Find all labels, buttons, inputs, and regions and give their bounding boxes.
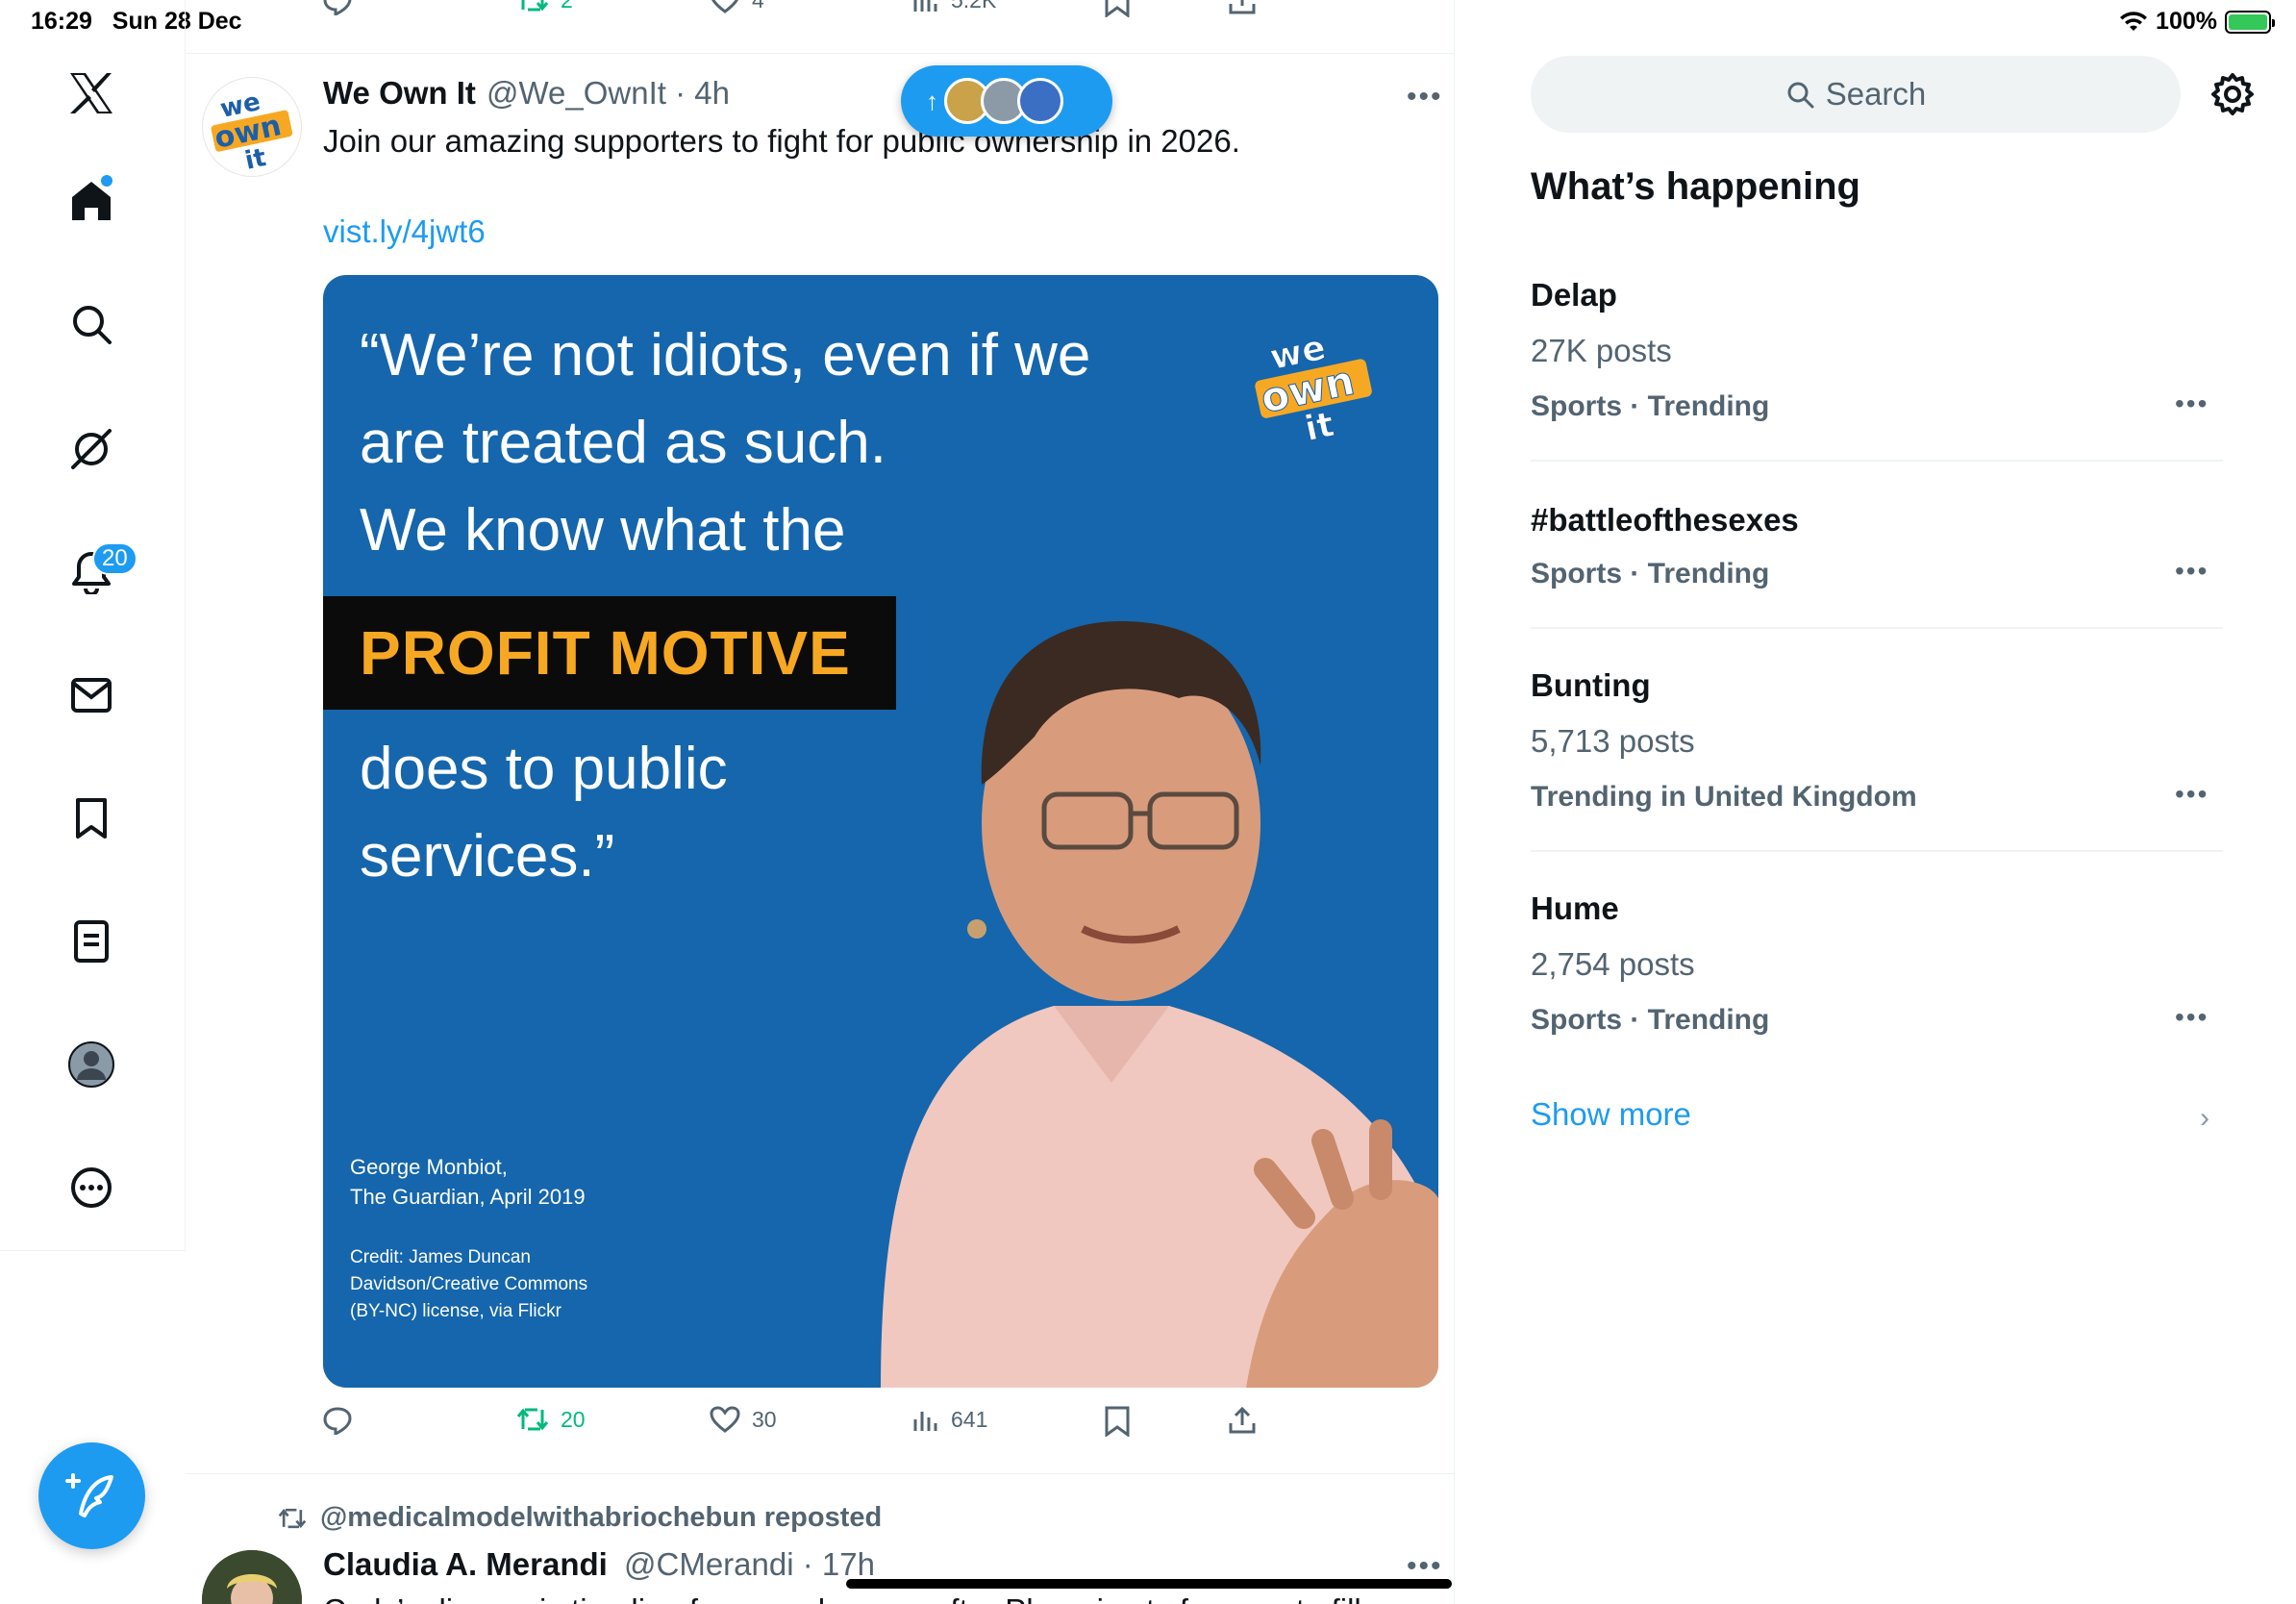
avatar[interactable]: we own it [202, 77, 302, 177]
trend-posts: 5,713 posts [1531, 723, 1695, 759]
trend-more-button[interactable]: ••• [2175, 388, 2209, 419]
we-own-it-watermark: we own it [1255, 328, 1372, 446]
avatar[interactable] [202, 1550, 302, 1604]
search-placeholder: Search [1825, 76, 1927, 112]
reply-icon [323, 1407, 352, 1435]
trend-name[interactable]: Bunting [1531, 667, 1651, 704]
nav-divider [0, 1250, 186, 1251]
battery-percent: 100% [2156, 8, 2217, 35]
reply-button[interactable] [322, 1406, 353, 1435]
tweet-image[interactable]: “We’re not idiots, even if we are treate… [323, 275, 1438, 1388]
svg-text:it: it [1302, 405, 1337, 446]
trend-posts: 27K posts [1531, 333, 1672, 368]
search-icon [1787, 82, 1814, 109]
trend-name[interactable]: #battleofthesexes [1531, 502, 1799, 539]
bookmarks-icon[interactable] [63, 790, 119, 846]
retweet-button[interactable]: 20 [516, 1406, 586, 1433]
quote-attribution: George Monbiot, The Guardian, April 2019 [350, 1155, 586, 1209]
views-button[interactable]: 5.2K [912, 0, 996, 13]
show-more-link[interactable]: Show more [1531, 1096, 1691, 1133]
trend-name[interactable]: Delap [1531, 277, 1617, 313]
share-icon [1229, 1406, 1256, 1434]
home-unread-dot [101, 175, 112, 187]
views-icon [913, 0, 937, 12]
profile-icon[interactable] [63, 1037, 119, 1092]
arrow-up-icon: ↑ [926, 86, 938, 115]
share-button[interactable] [1228, 0, 1257, 15]
more-icon[interactable] [63, 1160, 119, 1216]
retweet-icon [516, 1408, 549, 1431]
tweet-more-button[interactable]: ••• [1407, 1550, 1443, 1583]
trend-more-button[interactable]: ••• [2175, 1002, 2209, 1033]
repost-indicator[interactable]: @medicalmodelwithabriochebun reposted [278, 1502, 882, 1534]
trend-name[interactable]: Hume [1531, 890, 1619, 927]
author-handle[interactable]: @We_OwnIt · 4h [487, 75, 730, 112]
tweet-text: Cody’s diagnosis timeline for any who ca… [323, 1592, 1361, 1604]
trend-divider [1531, 850, 2223, 852]
tweet-more-button[interactable]: ••• [1407, 81, 1443, 113]
whats-happening-title: What’s happening [1531, 165, 1860, 208]
author-name[interactable]: Claudia A. Merandi [323, 1546, 608, 1583]
wifi-icon [2120, 11, 2148, 31]
retweet-icon [521, 0, 549, 12]
share-icon [1229, 0, 1256, 14]
tweet-link[interactable]: vist.ly/4jwt6 [323, 213, 486, 250]
compose-post-button[interactable] [38, 1442, 145, 1549]
we-own-it-logo: we own it [211, 88, 293, 175]
svg-text:it: it [242, 143, 268, 175]
trend-divider [1531, 627, 2223, 629]
notification-badge: 20 [92, 542, 137, 575]
retweet-count: 20 [561, 1406, 586, 1432]
new-posts-pill[interactable]: ↑ [901, 65, 1112, 137]
tweet-text: Join our amazing supporters to fight for… [323, 123, 1240, 159]
speaker-photo [881, 621, 1438, 1388]
view-count: 641 [951, 1406, 988, 1432]
trend-category: Trending in United Kingdom [1531, 781, 1917, 813]
search-input[interactable]: Search [1531, 56, 2181, 133]
lists-icon[interactable] [63, 914, 119, 969]
chevron-right-icon[interactable]: › [2200, 1102, 2209, 1135]
timeline: 2 4 5.2K we own it We Own It @We_OwnIt · [186, 0, 1455, 1604]
heart-icon [711, 0, 738, 13]
search-icon[interactable] [63, 296, 119, 352]
share-button[interactable] [1228, 1406, 1257, 1435]
trend-category: Sports · Trending [1531, 390, 1770, 422]
grok-icon[interactable] [63, 421, 119, 477]
image-credit: Credit: James Duncan Davidson/Creative C… [350, 1247, 588, 1321]
status-indicators: 100% [2119, 8, 2275, 36]
previous-tweet-actions: 2 4 5.2K [186, 0, 1455, 54]
x-logo-icon[interactable] [63, 65, 119, 121]
retweet-button[interactable]: 2 [516, 0, 573, 13]
left-nav: 20 [0, 0, 186, 1250]
bookmark-button[interactable] [1104, 0, 1131, 17]
like-button[interactable]: 30 [710, 1406, 777, 1433]
trend-category: Sports · Trending [1531, 558, 1770, 589]
reply-button[interactable] [322, 0, 353, 15]
home-indicator[interactable] [846, 1579, 1452, 1589]
pill-avatar-3 [1017, 78, 1063, 124]
heart-icon [710, 1406, 740, 1433]
trend-divider [1531, 460, 2223, 462]
author-name[interactable]: We Own It [323, 75, 476, 112]
bookmark-icon [1105, 0, 1130, 17]
trend-posts: 2,754 posts [1531, 946, 1695, 982]
trend-more-button[interactable]: ••• [2175, 779, 2209, 810]
views-icon [913, 1412, 937, 1431]
settings-gear-icon[interactable] [2208, 69, 2258, 119]
reply-icon [323, 0, 352, 15]
compose-icon [64, 1472, 113, 1517]
messages-icon[interactable] [63, 667, 119, 723]
bookmark-button[interactable] [1104, 1406, 1131, 1437]
retweet-icon [278, 1508, 307, 1528]
like-button[interactable]: 4 [710, 0, 764, 13]
like-count: 30 [752, 1406, 777, 1432]
author-handle[interactable]: @CMerandi · 17h [624, 1546, 875, 1583]
tweet-divider [186, 1473, 1455, 1474]
views-button[interactable]: 641 [912, 1406, 987, 1433]
battery-icon [2225, 10, 2275, 34]
bookmark-icon [1105, 1406, 1130, 1437]
trend-category: Sports · Trending [1531, 1004, 1770, 1036]
trend-more-button[interactable]: ••• [2175, 556, 2209, 587]
quote-text-continued: does to public services.” [360, 736, 728, 890]
